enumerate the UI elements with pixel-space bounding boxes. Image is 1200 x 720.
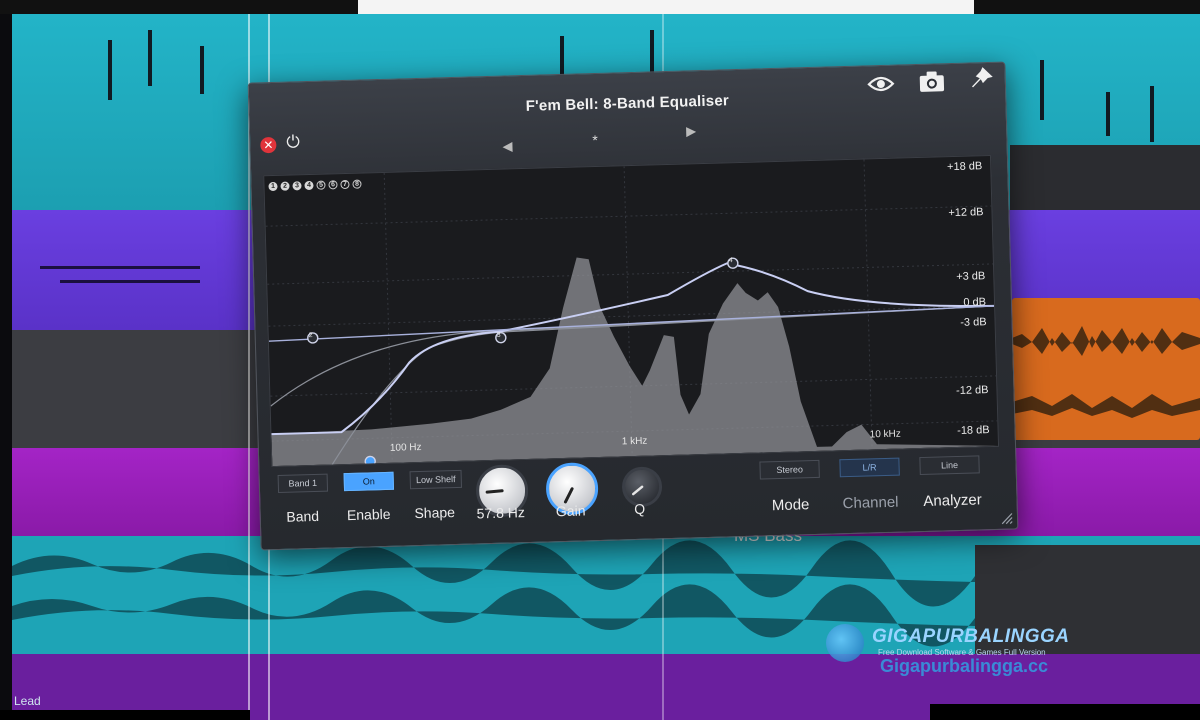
node-label-4: 4 (728, 257, 733, 265)
eq-curve-display (265, 159, 999, 467)
band-select-button[interactable]: Band 1 (277, 473, 329, 493)
mode-lr-button[interactable]: L/R (839, 457, 900, 478)
top-bar-white (358, 0, 974, 14)
bottom-bar-left (0, 710, 250, 720)
resize-grip-icon[interactable] (999, 510, 1013, 525)
watermark-url: Gigapurbalingga.cc (880, 656, 1049, 676)
q-label: Q (633, 500, 646, 518)
midi-note (108, 40, 112, 100)
eye-icon[interactable] (867, 74, 896, 95)
shape-select-button[interactable]: Low Shelf (409, 469, 463, 490)
camera-icon[interactable] (919, 70, 946, 93)
close-icon: ✕ (263, 137, 274, 153)
orange-waveform (1012, 326, 1200, 418)
watermark-logo-icon (826, 624, 864, 662)
db-label: -18 dB (957, 424, 990, 437)
db-label: -12 dB (955, 384, 989, 398)
power-button[interactable]: ⏻ (286, 132, 300, 152)
knob-pointer-icon (632, 485, 644, 496)
midi-note (60, 280, 200, 283)
top-bar-right (974, 0, 1200, 14)
track-label-lead: Lead (14, 694, 41, 708)
watermark-title: GIGAPURBALINGGA (872, 626, 1070, 647)
pin-icon[interactable] (968, 65, 995, 92)
node-label-3: 3 (496, 331, 501, 339)
preset-next-button[interactable]: ▶ (686, 123, 696, 139)
db-label: +3 dB (956, 270, 986, 283)
gain-label: Gain (555, 502, 586, 520)
band-label: Band (286, 507, 320, 525)
db-label: 0 dB (963, 296, 987, 309)
mode-stereo-button[interactable]: Stereo (759, 459, 820, 480)
frequency-value: 57.8 Hz (476, 504, 526, 522)
analyzer-label: Analyzer (923, 491, 982, 510)
midi-note (200, 46, 204, 94)
preset-name[interactable]: * (592, 132, 598, 148)
power-icon: ⏻ (286, 132, 301, 152)
db-label: +18 dB (946, 160, 983, 174)
enable-label: Enable (346, 505, 391, 524)
preset-prev-button[interactable]: ◀ (502, 138, 512, 154)
freq-label: 10 kHz (869, 428, 901, 441)
freq-label: 1 kHz (621, 435, 648, 448)
bottom-bar-right (930, 704, 1200, 720)
mode-label: Mode (771, 496, 810, 515)
db-label: +12 dB (948, 206, 984, 220)
close-button[interactable]: ✕ (260, 136, 277, 154)
midi-note (148, 30, 152, 86)
node-label-2: 2 (308, 331, 313, 340)
audio-clip-orange[interactable] (1012, 298, 1200, 440)
midi-note (1106, 92, 1110, 136)
chevron-right-icon: ▶ (685, 123, 697, 139)
chevron-left-icon: ◀ (502, 138, 513, 154)
top-bar-left (0, 0, 358, 14)
db-label: -3 dB (960, 316, 987, 329)
channel-label: Channel (842, 493, 899, 513)
midi-note (1040, 60, 1044, 120)
midi-note (1150, 86, 1154, 142)
analyzer-line-button[interactable]: Line (919, 455, 980, 476)
midi-note (650, 30, 654, 74)
midi-note (40, 266, 200, 269)
enable-toggle[interactable]: On (343, 471, 395, 492)
shape-label: Shape (414, 504, 456, 522)
equaliser-plugin-window[interactable]: F'em Bell: 8-Band Equaliser ✕ ⏻ ◀ * ▶ 1 … (247, 61, 1019, 551)
eq-graph[interactable]: 1 2 3 4 5 6 7 8 2 3 4 +18 dB +12 dB +3 d… (263, 154, 1000, 468)
freq-label: 100 Hz (389, 441, 422, 454)
